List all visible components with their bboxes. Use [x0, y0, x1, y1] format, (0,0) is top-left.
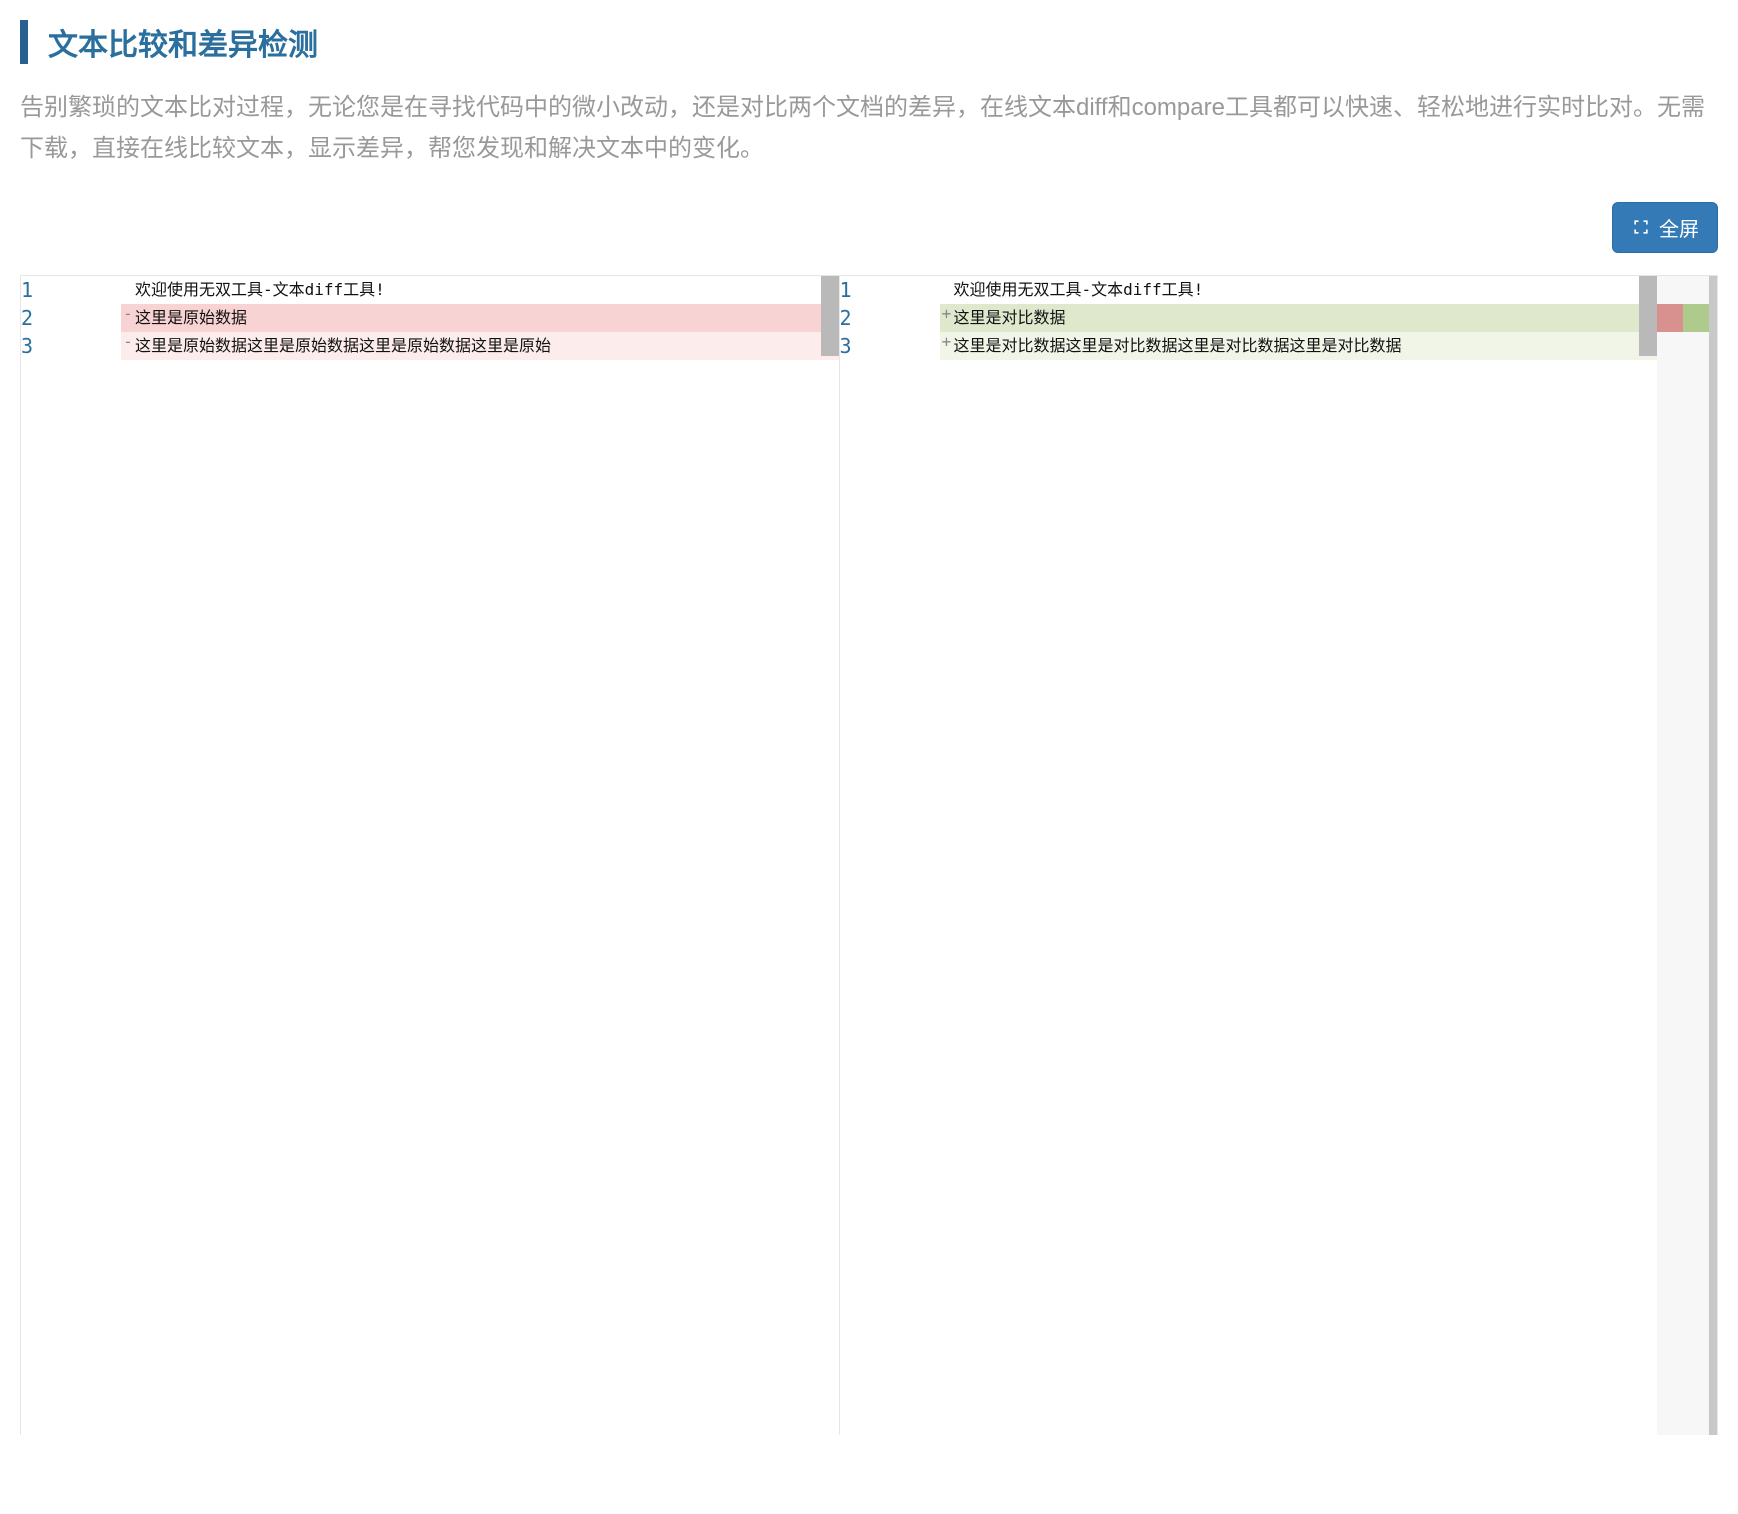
line-number: 1 [21, 276, 37, 304]
page-description: 告别繁琐的文本比对过程，无论您是在寻找代码中的微小改动，还是对比两个文档的差异，… [20, 88, 1718, 170]
code-line: 欢迎使用无双工具-文本diff工具! [135, 276, 839, 304]
diff-marker [121, 276, 135, 304]
left-code-area[interactable]: 欢迎使用无双工具-文本diff工具! - 这里是原始数据 - 这里是原始数据这里… [121, 276, 839, 1435]
minimap-shadow [1709, 276, 1717, 1435]
line-number: 3 [21, 332, 37, 360]
diff-marker [940, 276, 954, 304]
minimap-marker-added [1683, 304, 1709, 332]
diff-marker: + [940, 332, 954, 360]
line-number: 2 [840, 304, 856, 332]
fullscreen-label: 全屏 [1659, 213, 1699, 242]
code-line: 欢迎使用无双工具-文本diff工具! [954, 276, 1658, 304]
code-line: 这里是原始数据这里是原始数据这里是原始数据这里是原始 [135, 332, 839, 360]
toolbar: 全屏 [20, 202, 1718, 253]
diff-minimap[interactable] [1657, 276, 1717, 1435]
scrollbar-vertical[interactable] [821, 276, 839, 356]
line-number: 3 [840, 332, 856, 360]
diff-pane-right[interactable]: 1 2 3 欢迎使用无双工具-文本diff工具! + 这里是对比数据 + 这里是… [840, 276, 1658, 1435]
diff-marker: - [121, 332, 135, 360]
right-gutter: 1 2 3 [840, 276, 940, 1435]
line-number: 1 [840, 276, 856, 304]
right-code-area[interactable]: 欢迎使用无双工具-文本diff工具! + 这里是对比数据 + 这里是对比数据这里… [940, 276, 1658, 1435]
code-line: 这里是对比数据这里是对比数据这里是对比数据这里是对比数据 [954, 332, 1658, 360]
code-line: 这里是原始数据 [135, 304, 839, 332]
diff-pane-left[interactable]: 1 2 3 欢迎使用无双工具-文本diff工具! - 这里是原始数据 - 这里是… [21, 276, 840, 1435]
diff-marker: + [940, 304, 954, 332]
line-number: 2 [21, 304, 37, 332]
scrollbar-vertical[interactable] [1639, 276, 1657, 356]
minimap-marker-removed [1657, 304, 1683, 332]
diff-marker: - [121, 304, 135, 332]
left-gutter: 1 2 3 [21, 276, 121, 1435]
page-title: 文本比较和差异检测 [48, 20, 1718, 64]
code-line: 这里是对比数据 [954, 304, 1658, 332]
fullscreen-icon [1631, 217, 1651, 237]
fullscreen-button[interactable]: 全屏 [1612, 202, 1718, 253]
header-bar: 文本比较和差异检测 [20, 20, 1718, 64]
diff-container: 1 2 3 欢迎使用无双工具-文本diff工具! - 这里是原始数据 - 这里是… [20, 275, 1718, 1435]
